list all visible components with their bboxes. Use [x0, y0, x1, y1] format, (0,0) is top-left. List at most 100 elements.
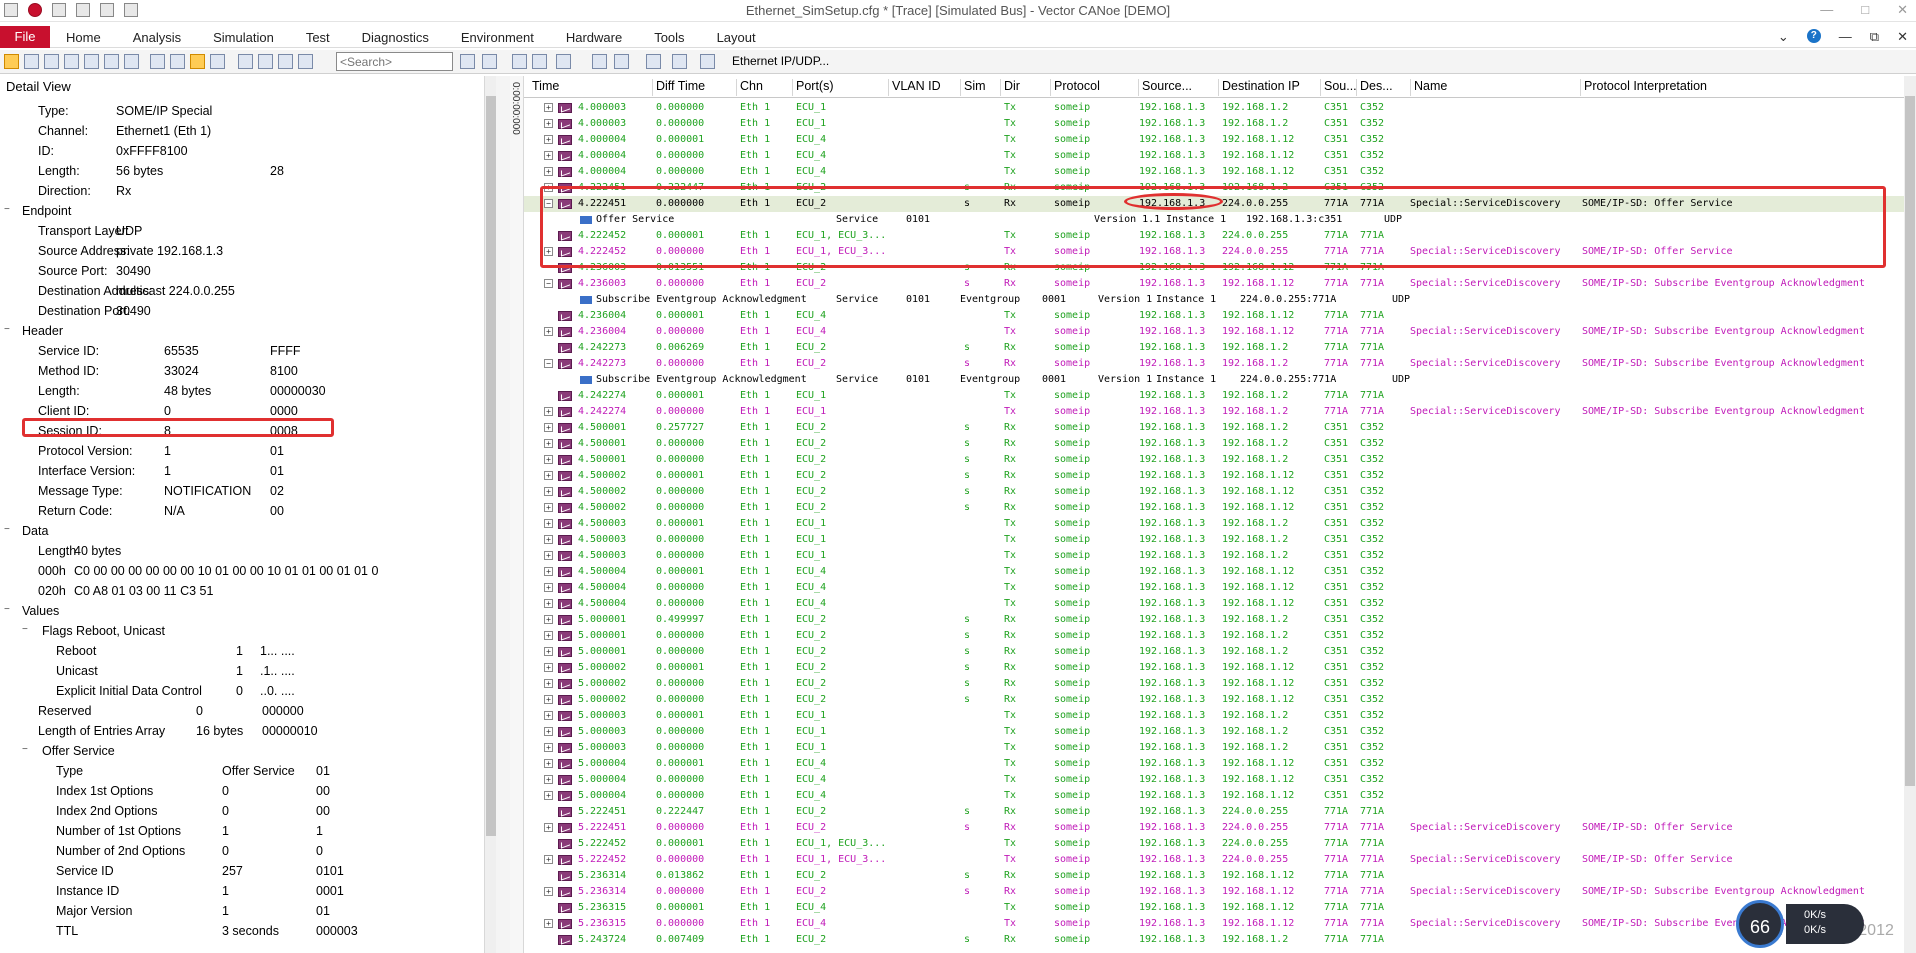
marker-icon[interactable] [298, 54, 313, 69]
time-delta-icon[interactable] [210, 54, 225, 69]
column-separator[interactable] [1050, 79, 1051, 96]
column-header[interactable]: Sou... [1324, 79, 1357, 93]
filter-remove-icon[interactable] [84, 54, 99, 69]
trace-row[interactable]: +5.222451 0.000000 Eth 1 ECU_2 s Rx someip 192.… [524, 820, 1904, 836]
nav-back-icon[interactable] [512, 54, 527, 69]
detail-row[interactable]: − Offer Service [0, 743, 484, 760]
trace-row[interactable]: +4.500001 0.257727 Eth 1 ECU_2 s Rx someip 192.… [524, 420, 1904, 436]
ribbon-tab[interactable]: Analysis [133, 30, 181, 45]
expand-icon[interactable]: + [544, 503, 553, 512]
binoculars-icon[interactable] [124, 54, 139, 69]
column-header[interactable]: Name [1414, 79, 1447, 93]
columns-icon[interactable] [238, 54, 253, 69]
detail-section[interactable]: − Data [0, 523, 484, 540]
scrollbar-thumb[interactable] [1905, 96, 1915, 786]
trace-row[interactable]: − 4.242273 0.000000 Eth 1 ECU_2 s Rx someip 192.… [524, 356, 1904, 372]
expand-icon[interactable]: + [544, 487, 553, 496]
collapse-icon[interactable]: − [22, 625, 33, 636]
trace-row[interactable]: +5.000001 0.499997 Eth 1 ECU_2 s Rx someip 192.… [524, 612, 1904, 628]
trace-row[interactable]: +4.000004 0.000001 Eth 1 ECU_4 Tx someip 192.1… [524, 132, 1904, 148]
trace-scrollbar[interactable] [1904, 76, 1916, 953]
help-icon[interactable]: ? [1806, 29, 1821, 43]
trace-row[interactable]: +4.500003 0.000001 Eth 1 ECU_1 Tx someip 192.1… [524, 516, 1904, 532]
trace-detail-row[interactable]: Subscribe Eventgroup Acknowledgment Servi… [524, 292, 1904, 308]
highlight-icon[interactable] [700, 54, 715, 69]
collapse-icon[interactable]: − [4, 525, 15, 536]
column-header[interactable]: Protocol Interpretation [1584, 79, 1707, 93]
ribbon-tab[interactable]: Layout [717, 30, 756, 45]
close-doc-icon[interactable]: ✕ [1897, 29, 1908, 45]
expand-icon[interactable]: + [544, 167, 553, 176]
column-separator[interactable] [1138, 79, 1139, 96]
column-header[interactable]: VLAN ID [892, 79, 941, 93]
file-tab[interactable]: File [0, 26, 50, 48]
ribbon-tab[interactable]: Hardware [566, 30, 622, 45]
column-header[interactable]: Diff Time [656, 79, 705, 93]
settings-icon[interactable] [278, 54, 293, 69]
ribbon-tab[interactable]: Simulation [213, 30, 274, 45]
expand-icon[interactable]: + [544, 439, 553, 448]
detail-section[interactable]: − Endpoint [0, 203, 484, 220]
column-separator[interactable] [1356, 79, 1357, 96]
trace-row[interactable]: +4.500004 0.000000 Eth 1 ECU_4 Tx someip 192.1… [524, 596, 1904, 612]
column-header[interactable]: Sim [964, 79, 986, 93]
expand-icon[interactable]: + [544, 567, 553, 576]
trace-row[interactable]: +5.000001 0.000000 Eth 1 ECU_2 s Rx someip 192.… [524, 644, 1904, 660]
trace-row[interactable]: +5.000002 0.000000 Eth 1 ECU_2 s Rx someip 192.… [524, 692, 1904, 708]
search-input[interactable] [336, 52, 453, 71]
trace-row[interactable]: +4.500004 0.000000 Eth 1 ECU_4 Tx someip 192.1… [524, 580, 1904, 596]
chart-icon[interactable] [24, 54, 39, 69]
trace-row[interactable]: 5.236314 0.013862 Eth 1 ECU_2 s Rx someip 192.1… [524, 868, 1904, 884]
trace-row[interactable]: +4.500002 0.000001 Eth 1 ECU_2 s Rx someip 192.… [524, 468, 1904, 484]
collapse-icon[interactable]: − [4, 325, 15, 336]
trace-row[interactable]: +4.500001 0.000000 Eth 1 ECU_2 s Rx someip 192.… [524, 436, 1904, 452]
expand-icon[interactable]: + [544, 455, 553, 464]
column-separator[interactable] [792, 79, 793, 96]
trace-row[interactable]: +5.000003 0.000000 Eth 1 ECU_1 Tx someip 192.1… [524, 740, 1904, 756]
column-separator[interactable] [1580, 79, 1581, 96]
column-separator[interactable] [960, 79, 961, 96]
ribbon-tab[interactable]: Tools [654, 30, 684, 45]
expand-icon[interactable]: + [544, 919, 553, 928]
collapse-icon[interactable]: − [544, 359, 553, 368]
detail-section[interactable]: − Header [0, 323, 484, 340]
expand-icon[interactable]: + [544, 407, 553, 416]
expand-icon[interactable]: + [544, 471, 553, 480]
filter-icon[interactable] [64, 54, 79, 69]
expand-icon[interactable]: + [544, 887, 553, 896]
ribbon-tab[interactable]: Test [306, 30, 330, 45]
expand-icon[interactable]: + [544, 327, 553, 336]
column-separator[interactable] [736, 79, 737, 96]
expand-icon[interactable]: + [544, 855, 553, 864]
group-icon[interactable] [614, 54, 629, 69]
trace-row[interactable]: 5.222451 0.222447 Eth 1 ECU_2 s Rx someip 192.1… [524, 804, 1904, 820]
network-selector[interactable]: Ethernet IP/UDP... [732, 54, 829, 68]
trace-row[interactable]: +5.000003 0.000001 Eth 1 ECU_1 Tx someip 192.1… [524, 708, 1904, 724]
trace-row[interactable]: +4.000004 0.000000 Eth 1 ECU_4 Tx someip 192.1… [524, 148, 1904, 164]
align-icon[interactable] [170, 54, 185, 69]
column-header[interactable]: Destination IP [1222, 79, 1300, 93]
expand-icon[interactable]: + [544, 583, 553, 592]
ribbon-tab[interactable]: Home [66, 30, 101, 45]
clear-icon[interactable] [150, 54, 165, 69]
find-prev-icon[interactable] [482, 54, 497, 69]
expand-icon[interactable]: + [544, 151, 553, 160]
ribbon-tab[interactable]: Environment [461, 30, 534, 45]
trace-row[interactable]: 5.243724 0.007409 Eth 1 ECU_2 s Rx someip 192.1… [524, 932, 1904, 948]
expand-icon[interactable]: + [544, 791, 553, 800]
expand-icon[interactable]: + [544, 631, 553, 640]
trace-row[interactable]: +5.000001 0.000000 Eth 1 ECU_2 s Rx someip 192.… [524, 628, 1904, 644]
trace-row[interactable]: +5.000004 0.000000 Eth 1 ECU_4 Tx someip 192.1… [524, 788, 1904, 804]
expand-icon[interactable]: + [544, 615, 553, 624]
column-header[interactable]: Protocol [1054, 79, 1100, 93]
trace-row[interactable]: +4.500002 0.000000 Eth 1 ECU_2 s Rx someip 192.… [524, 500, 1904, 516]
column-header[interactable]: Des... [1360, 79, 1393, 93]
trace-row[interactable]: +4.242274 0.000000 Eth 1 ECU_1 Tx someip 192.1… [524, 404, 1904, 420]
close-icon[interactable]: ✕ [1897, 2, 1908, 18]
trace-row[interactable]: +4.500001 0.000000 Eth 1 ECU_2 s Rx someip 192.… [524, 452, 1904, 468]
trace-row[interactable]: +5.000004 0.000001 Eth 1 ECU_4 Tx someip 192.1… [524, 756, 1904, 772]
detail-section[interactable]: − Values [0, 603, 484, 620]
nav-forward-icon[interactable] [532, 54, 547, 69]
expand-icon[interactable]: + [544, 119, 553, 128]
expand-icon[interactable]: + [544, 711, 553, 720]
